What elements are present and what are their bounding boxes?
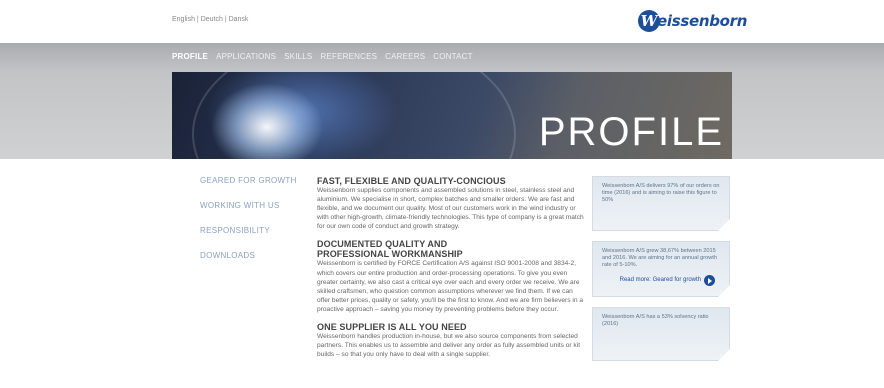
read-more-link[interactable]: Read more: Geared for growth (620, 275, 715, 286)
header-banner: PROFILE APPLICATIONS SKILLS REFERENCES C… (0, 43, 884, 159)
fact-box: Weissenborn A/S delivers 97% of our orde… (592, 176, 730, 231)
profile-subnav: GEARED FOR GROWTH WORKING WITH US RESPON… (200, 176, 310, 276)
lang-deutch[interactable]: Deutch (201, 16, 223, 23)
section-body: Weissenborn handles production in-house,… (317, 333, 581, 359)
hero-title: PROFILE (538, 110, 724, 154)
nav-applications[interactable]: APPLICATIONS (216, 52, 276, 61)
subnav-responsibility[interactable]: RESPONSIBILITY (200, 226, 310, 251)
hero-decoration (192, 72, 516, 159)
section-body: Weissenborn is certified by FORCE Certif… (317, 260, 583, 313)
language-switcher: English | Deutch | Dansk (172, 16, 248, 23)
fact-boxes: Weissenborn A/S delivers 97% of our orde… (592, 176, 732, 371)
main-content: FAST, FLEXIBLE AND QUALITY-CONCIOUS Weis… (317, 176, 587, 367)
subnav-working-with-us[interactable]: WORKING WITH US (200, 201, 310, 226)
main-nav: PROFILE APPLICATIONS SKILLS REFERENCES C… (172, 52, 481, 61)
nav-references[interactable]: REFERENCES (320, 52, 377, 61)
subnav-geared-for-growth[interactable]: GEARED FOR GROWTH (200, 176, 310, 201)
arrow-right-icon[interactable] (704, 275, 715, 286)
section-heading: ONE SUPPLIER IS ALL YOU NEED (317, 322, 467, 333)
fact-text: Weissenborn A/S has a 53% solvency ratio… (602, 314, 709, 327)
subnav-downloads[interactable]: DOWNLOADS (200, 251, 310, 276)
section-heading: DOCUMENTED QUALITY AND PROFESSIONAL WORK… (317, 239, 463, 260)
logo-text: eissenborn (657, 12, 748, 30)
nav-profile[interactable]: PROFILE (172, 52, 208, 61)
lang-english[interactable]: English (172, 16, 195, 23)
fact-box: Weissenborn A/S has a 53% solvency ratio… (592, 307, 730, 361)
nav-skills[interactable]: SKILLS (284, 52, 312, 61)
section-heading: FAST, FLEXIBLE AND QUALITY-CONCIOUS (317, 176, 506, 186)
read-more-label[interactable]: Read more: Geared for growth (620, 277, 701, 284)
nav-careers[interactable]: CAREERS (385, 52, 425, 61)
fact-text: Weissenborn A/S delivers 97% of our orde… (602, 183, 720, 203)
section-body: Weissenborn supplies components and asse… (317, 187, 584, 231)
hero-image: PROFILE (172, 72, 732, 159)
lang-dansk[interactable]: Dansk (229, 16, 249, 23)
fact-box: Weissenborn A/S grew 38,67% between 2015… (592, 241, 730, 297)
fact-text: Weissenborn A/S grew 38,67% between 2015… (602, 248, 717, 268)
nav-contact[interactable]: CONTACT (433, 52, 472, 61)
weissenborn-logo[interactable]: W eissenborn (638, 9, 747, 33)
